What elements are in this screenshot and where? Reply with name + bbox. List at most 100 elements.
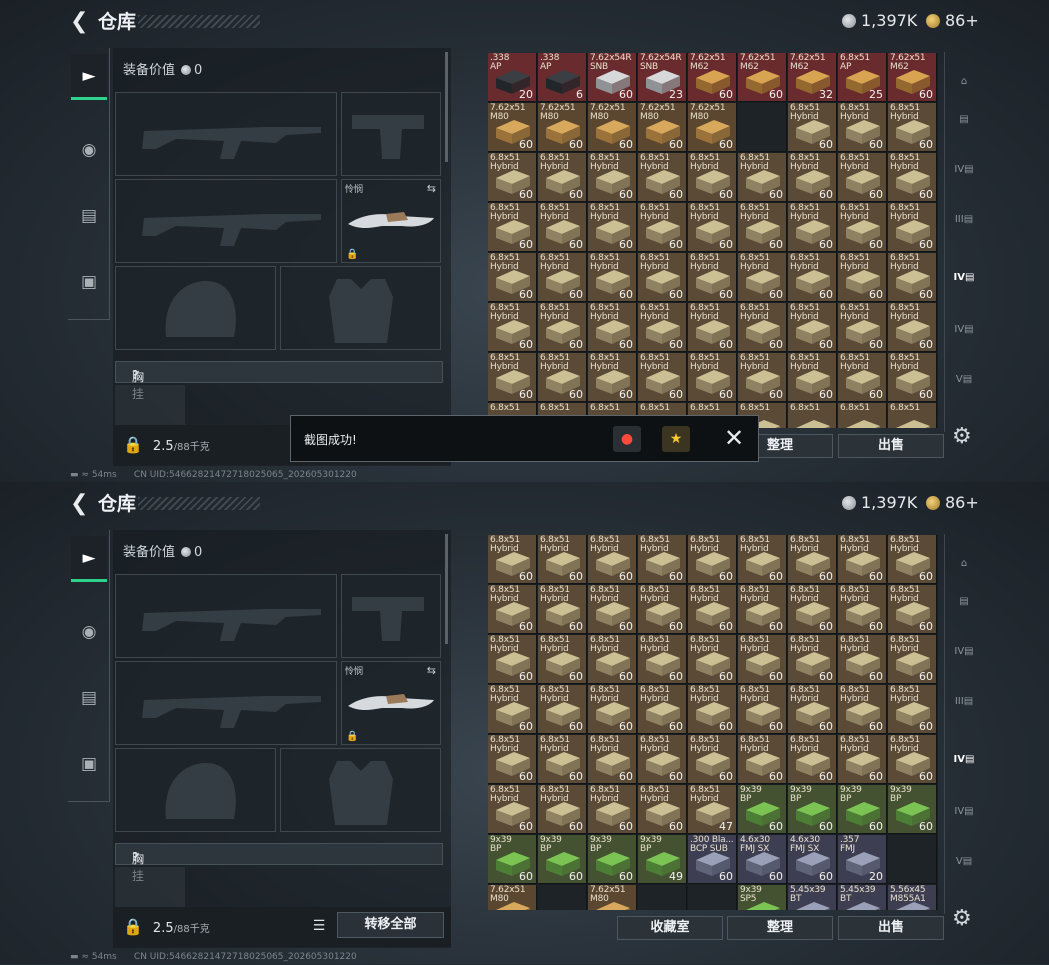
ammo-item[interactable]: 9x39 BP 60 (888, 785, 937, 834)
ammo-item[interactable]: 6.8x51 Hybrid 60 (838, 585, 887, 634)
ammo-item[interactable]: 9x39 BP 49 (638, 835, 687, 884)
ammo-item[interactable]: 6.8x51 Hybrid 60 (788, 353, 837, 402)
ammo-item[interactable]: 7.62x51 M80 60 (588, 103, 637, 152)
close-icon[interactable]: ✕ (724, 424, 744, 452)
secondary-weapon-slot[interactable] (115, 661, 337, 745)
organize-button[interactable]: 整理 (727, 916, 833, 940)
storage-tab-7[interactable]: V▤ (949, 364, 979, 396)
ammo-item[interactable]: 6.8x51 Hybrid 60 (738, 735, 787, 784)
ammo-item[interactable]: 6.8x51 Hybrid 60 (638, 585, 687, 634)
sell-button[interactable]: 出售 (838, 916, 944, 940)
ammo-item[interactable]: 6.8x51 Hybrid 60 (688, 203, 737, 252)
storage-tab-2[interactable]: ▤ (949, 586, 979, 618)
ammo-item[interactable]: 6.8x51 Hybrid 60 (738, 535, 787, 584)
ammo-item[interactable]: 6.8x51 Hybrid 60 (588, 353, 637, 402)
transfer-all-button[interactable]: 转移全部 (337, 912, 444, 938)
ammo-item[interactable]: 6.8x51 Hybrid 60 (838, 103, 887, 152)
storage-tab-1[interactable]: ⌂ (949, 548, 979, 580)
ammo-item[interactable]: 6.8x51 Hybrid 60 (588, 253, 637, 302)
storage-tab-6[interactable]: IV▤ (949, 314, 979, 346)
ammo-item[interactable]: 6.8x51 Hybrid 60 (788, 735, 837, 784)
chest-rig-header[interactable]: 胸挂 ? (115, 361, 443, 401)
loadout-scrollbar[interactable] (445, 534, 448, 644)
app-share-icon[interactable]: ● (613, 426, 641, 452)
ammo-item[interactable]: 5.56x45 M855A1 (888, 885, 937, 910)
ammo-item[interactable]: .300 Bla... BCP SUB 60 (688, 835, 737, 884)
ammo-item[interactable]: 6.8x51 Hybrid 60 (838, 153, 887, 202)
back-arrow-icon[interactable]: ❮ (70, 10, 88, 34)
ammo-item[interactable]: 6.8x51 Hybrid 60 (788, 685, 837, 734)
ammo-item[interactable]: 6.8x51 Hybrid 60 (688, 153, 737, 202)
help-icon[interactable]: ? (132, 368, 138, 382)
ammo-item[interactable]: 6.8x51 Hybrid 60 (788, 203, 837, 252)
ammo-item[interactable]: 6.8x51 Hybrid 60 (888, 303, 937, 352)
ammo-item[interactable]: 6.8x51 Hybrid 60 (588, 735, 637, 784)
storage-tab-1[interactable]: ⌂ (949, 66, 979, 98)
ammo-item[interactable]: 6.8x51 Hybrid 60 (888, 203, 937, 252)
ammo-item[interactable]: .357 FMJ 20 (838, 835, 887, 884)
gear-icon[interactable]: ⚙ (952, 424, 972, 449)
pistol-slot[interactable] (341, 92, 441, 176)
ammo-item[interactable]: 6.8x51 Hybrid 60 (488, 303, 537, 352)
ammo-item[interactable]: 6.8x51 Hybrid 60 (838, 353, 887, 402)
storage-tab-5[interactable]: IV▤ (949, 744, 979, 776)
ammo-item[interactable]: 9x39 BP 60 (488, 835, 537, 884)
sell-button[interactable]: 出售 (838, 434, 944, 458)
armor-slot[interactable] (280, 748, 441, 832)
ammo-item[interactable]: 6.8x51 Hybrid 60 (538, 303, 587, 352)
tab-weapons[interactable]: ► (71, 54, 107, 100)
ammo-item[interactable]: 6.8x51 Hybrid 60 (688, 303, 737, 352)
ammo-item[interactable]: 6.8x51 Hybrid 60 (688, 253, 737, 302)
ammo-item[interactable]: 7.62x51 M80 (588, 885, 637, 910)
ammo-item[interactable]: 6.8x51 Hybrid 60 (888, 353, 937, 402)
ammo-item[interactable]: 6.8x51 Hybrid 60 (688, 353, 737, 402)
ammo-item[interactable]: 6.8x51 Hybrid 60 (538, 735, 587, 784)
ammo-item[interactable]: 6.8x51 Hybrid 60 (488, 535, 537, 584)
ammo-item[interactable]: 5.45x39 BT (838, 885, 887, 910)
help-icon[interactable]: ? (132, 850, 138, 864)
ammo-item[interactable]: 6.8x51 Hybrid 60 (488, 685, 537, 734)
ammo-item[interactable]: 7.62x54R SNB 23 (638, 53, 687, 102)
ammo-item[interactable]: 6.8x51 Hybrid 60 (888, 635, 937, 684)
ammo-item[interactable]: 7.62x51 M80 60 (538, 103, 587, 152)
ammo-item[interactable]: 6.8x51 Hybrid 60 (588, 153, 637, 202)
ammo-item[interactable]: 9x39 BP 60 (588, 835, 637, 884)
ammo-item[interactable]: 6.8x51 Hybrid 60 (538, 585, 587, 634)
tab-armor[interactable]: ◉ (71, 614, 107, 650)
chest-rig-header[interactable]: 胸挂 ? (115, 843, 443, 883)
ammo-item[interactable]: 7.62x51 M80 60 (688, 103, 737, 152)
empty-slot[interactable] (888, 835, 937, 884)
ammo-item[interactable]: 6.8x51 Hybrid 60 (538, 353, 587, 402)
gear-icon[interactable]: ⚙ (952, 906, 972, 931)
storage-tab-4[interactable]: III▤ (949, 686, 979, 718)
ammo-item[interactable]: 7.62x51 M80 60 (638, 103, 687, 152)
ammo-item[interactable]: 7.62x51 M62 60 (738, 53, 787, 102)
ammo-item[interactable]: 6.8x51 Hybrid 60 (888, 253, 937, 302)
ammo-item[interactable]: 6.8x51 Hybrid 47 (688, 785, 737, 834)
ammo-item[interactable]: 6.8x51 Hybrid 60 (538, 785, 587, 834)
storage-tab-4[interactable]: III▤ (949, 204, 979, 236)
ammo-item[interactable]: 6.8x51 Hybrid 60 (788, 585, 837, 634)
ammo-item[interactable]: 6.8x51 Hybrid 60 (838, 303, 887, 352)
ammo-item[interactable]: 7.62x51 M62 60 (688, 53, 737, 102)
ammo-item[interactable]: 6.8x51 Hybrid 60 (588, 535, 637, 584)
melee-slot[interactable]: 怜悯 ⇆ 🔒 (341, 179, 441, 263)
melee-slot[interactable]: 怜悯 ⇆ 🔒 (341, 661, 441, 745)
ammo-item[interactable]: 6.8x51 Hybrid 60 (638, 635, 687, 684)
empty-slot[interactable] (538, 885, 587, 910)
ammo-item[interactable]: 6.8x51 Hybrid 60 (738, 253, 787, 302)
ammo-item[interactable]: 6.8x51 Hybrid 60 (588, 635, 637, 684)
ammo-item[interactable]: 6.8x51 Hybrid 60 (488, 635, 537, 684)
ammo-item[interactable]: 6.8x51 Hybrid 60 (538, 203, 587, 252)
pistol-slot[interactable] (341, 574, 441, 658)
ammo-item[interactable]: 7.62x51 M80 (488, 885, 537, 910)
storage-tab-3[interactable]: IV▤ (949, 636, 979, 668)
ammo-item[interactable]: 6.8x51 Hybrid 60 (788, 535, 837, 584)
ammo-item[interactable]: 6.8x51 (838, 403, 887, 428)
ammo-item[interactable]: 6.8x51 Hybrid 60 (788, 253, 837, 302)
ammo-item[interactable]: .338 AP 20 (488, 53, 537, 102)
ammo-item[interactable]: 6.8x51 Hybrid 60 (838, 253, 887, 302)
ammo-item[interactable]: 4.6x30 FMJ SX 60 (788, 835, 837, 884)
ammo-item[interactable]: 6.8x51 Hybrid 60 (638, 203, 687, 252)
ammo-item[interactable]: 6.8x51 Hybrid 60 (638, 253, 687, 302)
